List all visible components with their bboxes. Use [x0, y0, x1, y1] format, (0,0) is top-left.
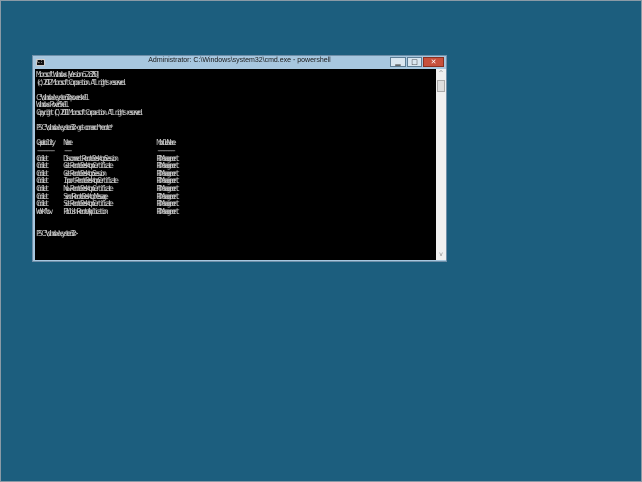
console-line: PS C:\Windows\system32> get-command *rem… [36, 122, 114, 133]
scroll-thumb[interactable] [437, 80, 445, 92]
cmd-window: C:\ Administrator: C:\Windows\system32\c… [32, 55, 447, 262]
console-output[interactable]: Microsoft Windows [Version 6.2.8250] (c) … [35, 69, 436, 260]
vertical-scrollbar[interactable]: ^ v [436, 69, 446, 260]
scroll-up-icon[interactable]: ^ [436, 69, 446, 79]
console-line: (c) 2012 Microsoft Corporation. All righ… [36, 76, 127, 87]
scroll-down-icon[interactable]: v [436, 250, 446, 260]
console-line: Copyright (C) 2011 Microsoft Corporation… [36, 106, 144, 117]
window-title: Administrator: C:\Windows\system32\cmd.e… [148, 57, 331, 64]
console-line: PS C:\Windows\system32> [36, 228, 78, 239]
minimize-button[interactable]: ▁ [390, 57, 406, 67]
close-button[interactable]: ✕ [423, 57, 444, 67]
console-line: Workflow Publish-RemoteApplication RDMan… [36, 205, 180, 216]
title-bar[interactable]: C:\ Administrator: C:\Windows\system32\c… [33, 56, 446, 69]
console-line: C:\Windows\system32>powershell [36, 91, 90, 102]
maximize-button[interactable]: □ [407, 57, 422, 67]
